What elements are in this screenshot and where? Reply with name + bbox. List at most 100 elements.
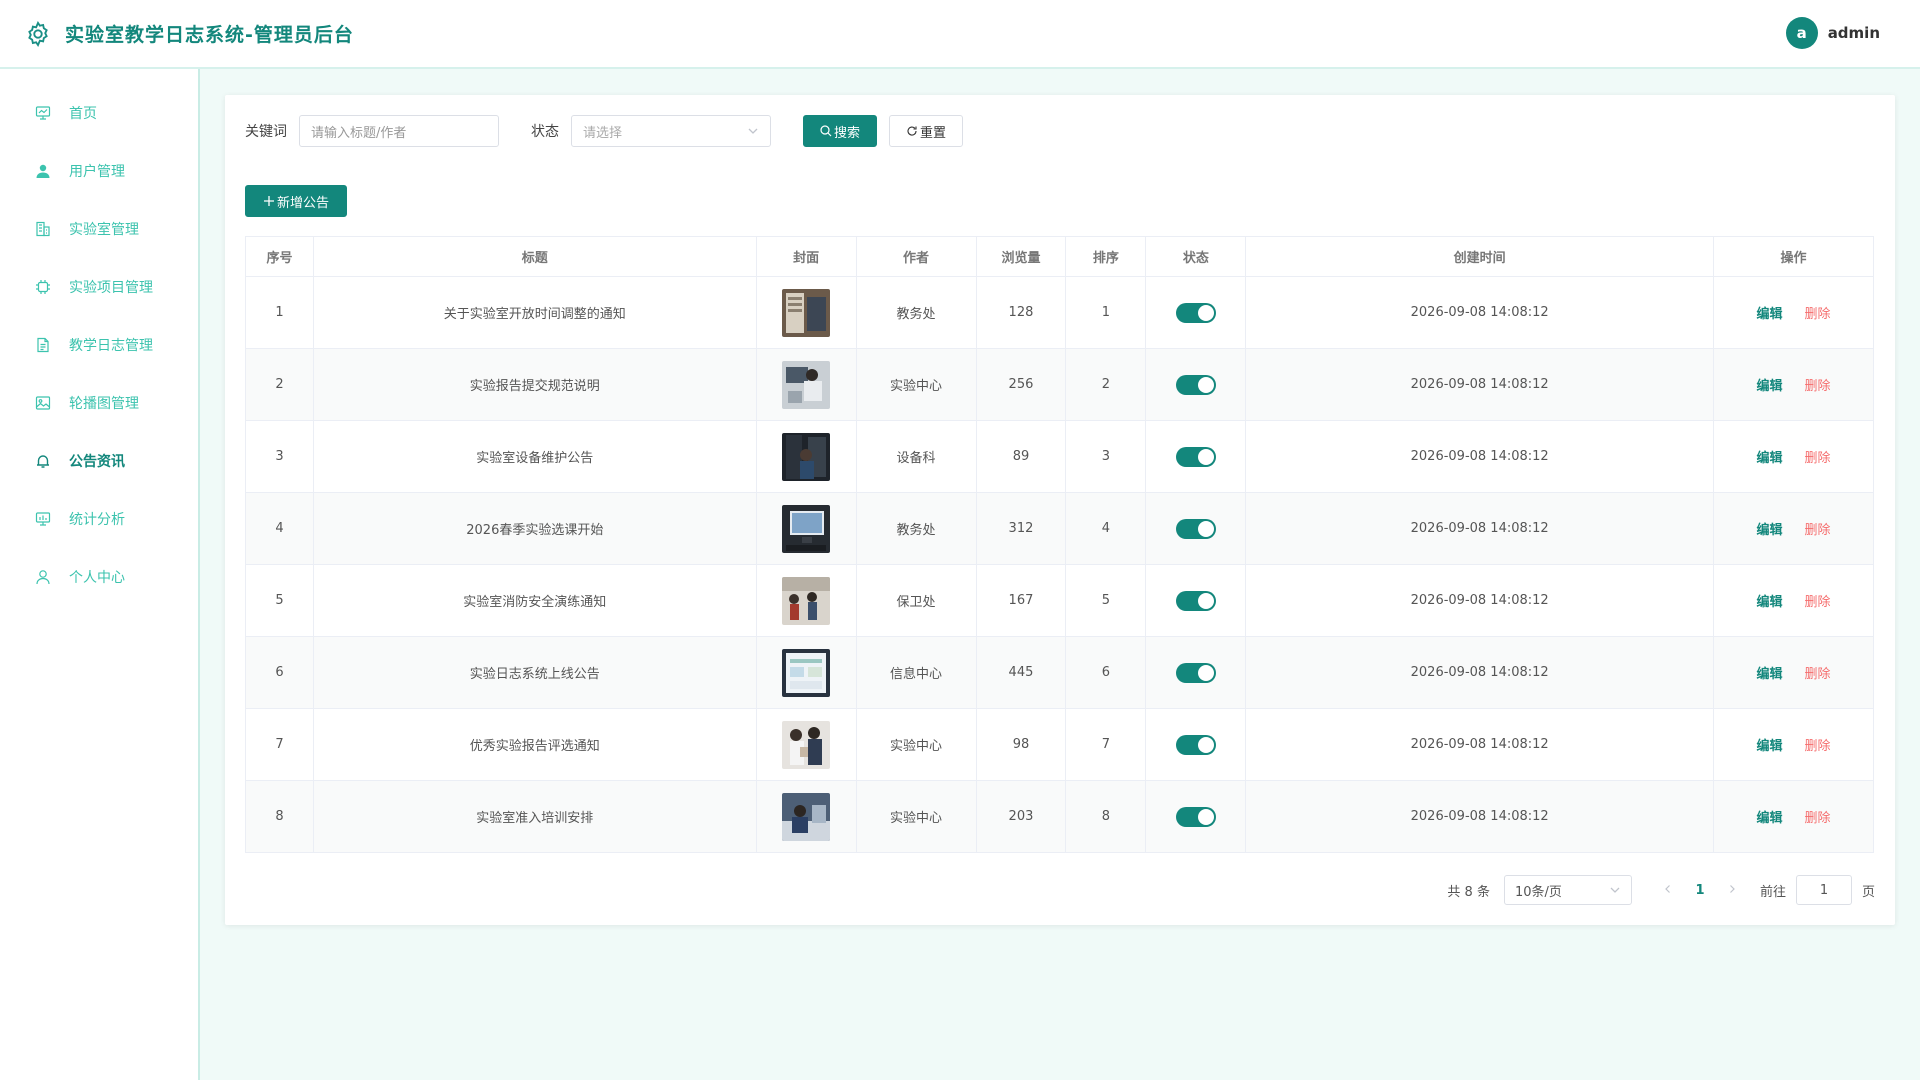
delete-button[interactable]: 删除 (1805, 811, 1831, 826)
sidebar-item-label: 实验项目管理 (69, 280, 153, 296)
status-toggle[interactable] (1175, 518, 1216, 539)
sidebar-item-4[interactable]: 教学日志管理 (0, 316, 198, 374)
status-toggle[interactable] (1175, 590, 1216, 611)
search-button[interactable]: 搜索 (803, 115, 877, 147)
cell-status (1145, 276, 1247, 349)
delete-button[interactable]: 删除 (1805, 739, 1831, 754)
edit-button[interactable]: 编辑 (1756, 667, 1782, 682)
edit-button[interactable]: 编辑 (1756, 307, 1782, 322)
cell-created: 2026-09-08 14:08:12 (1245, 564, 1715, 637)
status-toggle[interactable] (1175, 374, 1216, 395)
status-toggle[interactable] (1175, 806, 1216, 827)
status-toggle[interactable] (1175, 734, 1216, 755)
bell-icon (35, 453, 51, 469)
edit-button[interactable]: 编辑 (1756, 379, 1782, 394)
cell-index: 5 (245, 564, 314, 637)
cell-index: 7 (245, 708, 314, 781)
chart-icon (35, 511, 51, 527)
cell-actions: 编辑 删除 (1713, 564, 1874, 637)
reset-button[interactable]: 重置 (889, 115, 963, 147)
sidebar-item-5[interactable]: 轮播图管理 (0, 374, 198, 432)
cell-cover (755, 708, 857, 781)
col-index: 序号 (245, 236, 314, 277)
cell-created: 2026-09-08 14:08:12 (1245, 708, 1715, 781)
cell-status (1145, 492, 1247, 565)
sidebar-item-label: 首页 (69, 106, 97, 122)
table-body: 1 关于实验室开放时间调整的通知 教务处 128 1 2026-09-08 14:08:1… (245, 276, 1874, 853)
delete-button[interactable]: 删除 (1805, 451, 1831, 466)
toggle-knob (1197, 664, 1214, 681)
cell-actions: 编辑 删除 (1713, 420, 1874, 493)
edit-button[interactable]: 编辑 (1756, 523, 1782, 538)
status-toggle[interactable] (1175, 302, 1216, 323)
col-status: 状态 (1145, 236, 1247, 277)
cell-sort: 6 (1065, 636, 1147, 709)
avatar[interactable]: a (1785, 17, 1818, 49)
delete-button[interactable]: 删除 (1805, 595, 1831, 610)
status-toggle[interactable] (1175, 446, 1216, 467)
add-notice-button[interactable]: 新增公告 (245, 185, 347, 217)
filter-bar: 关键词 请输入标题/作者 状态 请选择 搜索 重置 (245, 115, 963, 147)
cover-image[interactable] (782, 288, 831, 337)
app-title: 实验室教学日志系统-管理员后台 (65, 24, 354, 46)
cover-image[interactable] (782, 648, 831, 697)
cover-image[interactable] (782, 576, 831, 625)
cell-sort: 3 (1065, 420, 1147, 493)
total-count: 共 8 条 (1447, 884, 1490, 900)
cover-image[interactable] (782, 792, 831, 841)
next-page-button[interactable] (1716, 883, 1748, 898)
status-toggle[interactable] (1175, 662, 1216, 683)
cover-image[interactable] (782, 720, 831, 769)
chevron-down-icon (748, 128, 758, 134)
cover-image[interactable] (782, 360, 831, 409)
building-icon (35, 221, 51, 237)
col-title: 标题 (312, 236, 757, 277)
cell-title: 实验日志系统上线公告 (312, 636, 757, 709)
cell-actions: 编辑 删除 (1713, 636, 1874, 709)
sidebar-item-1[interactable]: 用户管理 (0, 142, 198, 200)
dashboard-icon (35, 105, 51, 121)
prev-page-button[interactable] (1652, 883, 1684, 898)
edit-button[interactable]: 编辑 (1756, 595, 1782, 610)
cell-status (1145, 780, 1247, 853)
col-created: 创建时间 (1245, 236, 1715, 277)
goto-page-input[interactable]: 1 (1795, 875, 1852, 905)
cell-title: 实验室消防安全演练通知 (312, 564, 757, 637)
table-row: 6 实验日志系统上线公告 信息中心 445 6 2026-09-08 14:08:12 编辑… (245, 636, 1874, 709)
content-card: 关键词 请输入标题/作者 状态 请选择 搜索 重置 新增公告 序号 标题 封面 … (225, 95, 1895, 925)
edit-button[interactable]: 编辑 (1756, 811, 1782, 826)
page-number-current[interactable]: 1 (1684, 883, 1716, 898)
sidebar-item-6[interactable]: 公告资讯 (0, 432, 198, 490)
sidebar-item-7[interactable]: 统计分析 (0, 490, 198, 548)
sidebar-item-label: 统计分析 (69, 512, 125, 528)
delete-button[interactable]: 删除 (1805, 667, 1831, 682)
cover-image[interactable] (782, 432, 831, 481)
keyword-input[interactable]: 请输入标题/作者 (299, 115, 499, 147)
status-select[interactable]: 请选择 (571, 115, 771, 147)
cell-views: 98 (975, 708, 1067, 781)
cell-views: 128 (975, 276, 1067, 349)
sidebar-item-3[interactable]: 实验项目管理 (0, 258, 198, 316)
delete-button[interactable]: 删除 (1805, 379, 1831, 394)
cell-views: 167 (975, 564, 1067, 637)
cell-index: 8 (245, 780, 314, 853)
cover-image[interactable] (782, 504, 831, 553)
sidebar-item-label: 用户管理 (69, 164, 125, 180)
page-size-select[interactable]: 10条/页 (1503, 875, 1632, 905)
picture-icon (35, 395, 51, 411)
keyword-label: 关键词 (245, 124, 287, 140)
delete-button[interactable]: 删除 (1805, 523, 1831, 538)
toggle-knob (1197, 808, 1214, 825)
sidebar-item-2[interactable]: 实验室管理 (0, 200, 198, 258)
edit-button[interactable]: 编辑 (1756, 451, 1782, 466)
cell-created: 2026-09-08 14:08:12 (1245, 636, 1715, 709)
delete-button[interactable]: 删除 (1805, 307, 1831, 322)
username[interactable]: admin (1828, 24, 1880, 42)
sidebar-item-8[interactable]: 个人中心 (0, 548, 198, 606)
user-menu[interactable]: a admin (1785, 17, 1880, 49)
sidebar-item-0[interactable]: 首页 (0, 84, 198, 142)
cell-views: 89 (975, 420, 1067, 493)
cell-title: 优秀实验报告评选通知 (312, 708, 757, 781)
cell-created: 2026-09-08 14:08:12 (1245, 348, 1715, 421)
edit-button[interactable]: 编辑 (1756, 739, 1782, 754)
